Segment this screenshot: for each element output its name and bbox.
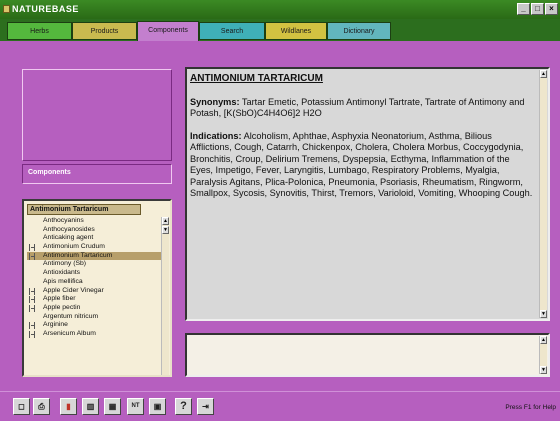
- tab-herbs[interactable]: Herbs: [7, 22, 72, 40]
- columns-button[interactable]: ▥: [82, 398, 99, 415]
- detail-scrollbar[interactable]: ▲ ▼: [539, 70, 547, 318]
- minimize-button[interactable]: _: [517, 3, 530, 15]
- scroll-up-arrow-icon[interactable]: ▲: [162, 217, 169, 225]
- list-scrollbar[interactable]: ▲ ▼: [161, 217, 169, 375]
- list-item[interactable]: Antimonium Tartaricum: [27, 251, 161, 261]
- marker-icon: [29, 244, 35, 252]
- list-item[interactable]: Anticaking agent: [27, 234, 161, 243]
- tab-bar: Herbs Products Components Search Wildlan…: [0, 19, 560, 41]
- page-title: ANTIMONIUM TARTARICUM: [190, 73, 323, 84]
- print-button[interactable]: ⎙: [33, 398, 50, 415]
- bookmark-icon: ▮: [66, 402, 71, 411]
- list-item-label: Arsenicum Album: [43, 329, 96, 337]
- synonyms-text: Tartar Emetic, Potassium Antimonyl Tartr…: [190, 96, 525, 119]
- list-item[interactable]: Arginine: [27, 321, 161, 330]
- image-icon: ▣: [153, 402, 162, 411]
- marker-icon: [29, 252, 35, 260]
- marker-icon: [29, 304, 35, 312]
- marker-icon: [29, 322, 35, 330]
- list-item-label: Anthocyanosides: [43, 225, 95, 233]
- list-item[interactable]: Arsenicum Album: [27, 330, 161, 339]
- numbers-button[interactable]: NT: [127, 398, 144, 415]
- marker-icon: [29, 287, 35, 295]
- tab-wildlanes[interactable]: Wildlanes: [265, 22, 327, 40]
- list-item[interactable]: Argentum nitricum: [27, 313, 161, 322]
- list-item[interactable]: Apis mellifica: [27, 278, 161, 287]
- tab-products[interactable]: Products: [72, 22, 137, 40]
- app-window: NATUREBASE _ □ × Herbs Products Componen…: [0, 0, 560, 421]
- grid-icon: ▦: [108, 402, 117, 411]
- detail-scroll-down-icon[interactable]: ▼: [540, 310, 547, 318]
- list-item-label: Argentum nitricum: [43, 312, 99, 320]
- list-item-label: Arginine: [43, 321, 68, 329]
- synonyms-label: Synonyms:: [190, 96, 240, 107]
- marker-icon: [29, 330, 35, 338]
- window-title: NATUREBASE: [12, 4, 79, 14]
- window-controls: _ □ ×: [517, 3, 558, 15]
- synonyms-paragraph: Synonyms: Tartar Emetic, Potassium Antim…: [190, 97, 535, 120]
- detail-content: ANTIMONIUM TARTARICUM Synonyms: Tartar E…: [190, 72, 535, 211]
- close-button[interactable]: ×: [545, 3, 558, 15]
- indications-label: Indications:: [190, 130, 242, 141]
- list-item-label: Apple pectin: [43, 303, 81, 311]
- list-item-label: Antimony (Sb): [43, 260, 87, 268]
- list-item-label: Apis mellifica: [43, 277, 83, 285]
- notes-scroll-down-icon[interactable]: ▼: [540, 366, 547, 374]
- detail-panel: ANTIMONIUM TARTARICUM Synonyms: Tartar E…: [185, 67, 550, 321]
- scroll-down-arrow-icon[interactable]: ▼: [162, 226, 169, 234]
- grid-button[interactable]: ▦: [104, 398, 121, 415]
- help-button[interactable]: ?: [175, 398, 192, 415]
- components-label: Components: [22, 164, 172, 184]
- list-item-label: Antioxidants: [43, 269, 81, 277]
- marker-icon: [29, 296, 35, 304]
- list-item[interactable]: Apple Cider Vinegar: [27, 287, 161, 296]
- list-item[interactable]: Apple fiber: [27, 295, 161, 304]
- components-list-panel: Antimonium Tartaricum Anthocyanins Anthoc…: [22, 199, 172, 377]
- new-icon: ◻: [18, 402, 25, 411]
- numbers-icon: NT: [131, 403, 140, 409]
- list-item[interactable]: Antimony (Sb): [27, 260, 161, 269]
- list-item[interactable]: Apple pectin: [27, 304, 161, 313]
- components-list: Anthocyanins Anthocyanosides Anticaking ag…: [27, 217, 161, 339]
- image-button[interactable]: ▣: [149, 398, 166, 415]
- notes-scroll-up-icon[interactable]: ▲: [540, 336, 547, 344]
- tab-dictionary[interactable]: Dictionary: [327, 22, 391, 40]
- indications-text: Alcoholism, Aphthae, Asphyxia Neonatoriu…: [190, 130, 533, 199]
- list-item-label: Antimonium Crudum: [43, 243, 105, 251]
- columns-icon: ▥: [86, 402, 95, 411]
- exit-icon: ⇥: [202, 402, 209, 411]
- list-item[interactable]: Anthocyanosides: [27, 226, 161, 235]
- help-icon: ?: [180, 400, 187, 412]
- list-item-label: Anticaking agent: [43, 234, 94, 242]
- list-item[interactable]: Antioxidants: [27, 269, 161, 278]
- detail-scroll-up-icon[interactable]: ▲: [540, 70, 547, 78]
- exit-button[interactable]: ⇥: [197, 398, 214, 415]
- title-bar: NATUREBASE _ □ ×: [0, 0, 560, 19]
- print-icon: ⎙: [38, 402, 45, 411]
- indications-paragraph: Indications: Alcoholism, Aphthae, Asphyx…: [190, 131, 535, 200]
- list-item-label: Antimonium Tartaricum: [43, 251, 113, 259]
- tab-search[interactable]: Search: [199, 22, 265, 40]
- maximize-button[interactable]: □: [531, 3, 544, 15]
- notes-scrollbar[interactable]: ▲ ▼: [539, 336, 547, 374]
- status-text: Press F1 for Help: [505, 404, 556, 411]
- list-item-label: Apple fiber: [43, 295, 76, 303]
- app-icon: [3, 5, 10, 13]
- notes-panel[interactable]: ▲ ▼: [185, 333, 550, 377]
- bottom-toolbar: ◻ ⎙ ▮ ▥ ▦ NT ▣ ? ⇥ Press F1 for Help: [0, 391, 560, 421]
- list-item[interactable]: Antimonium Crudum: [27, 243, 161, 252]
- bookmark-button[interactable]: ▮: [60, 398, 77, 415]
- image-preview-box: [22, 69, 172, 161]
- tab-components[interactable]: Components: [137, 21, 199, 41]
- list-item[interactable]: Anthocyanins: [27, 217, 161, 226]
- component-search-input[interactable]: Antimonium Tartaricum: [27, 204, 141, 215]
- new-button[interactable]: ◻: [13, 398, 30, 415]
- list-item-label: Anthocyanins: [43, 217, 84, 224]
- list-item-label: Apple Cider Vinegar: [43, 286, 104, 294]
